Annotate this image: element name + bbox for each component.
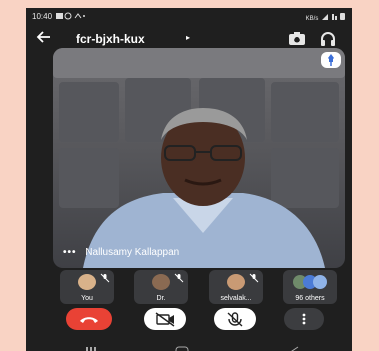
signal-battery-icon: [322, 13, 345, 20]
meeting-screen: 10:40 KB/s fcr-bjxh-kux ▸ ••• Nallusamy …: [26, 8, 352, 351]
participant-label: Dr.: [156, 295, 166, 302]
participant-strip: You Dr. selvalak... 96 others: [53, 270, 349, 304]
participant-label: selvalak...: [220, 295, 252, 302]
mic-off-icon: [249, 273, 259, 283]
mic-off-icon: [100, 273, 110, 283]
more-vertical-icon: [302, 313, 306, 325]
arrow-left-icon: [36, 31, 50, 43]
participant-tile[interactable]: Dr.: [134, 270, 188, 304]
more-options-button[interactable]: [284, 308, 324, 330]
speaker-options-icon[interactable]: •••: [63, 247, 77, 258]
status-icons: [56, 12, 86, 22]
camera-toggle-button[interactable]: [144, 308, 186, 330]
mic-off-icon: [227, 312, 243, 327]
nav-buttons-icon: [86, 346, 299, 351]
speaker-name: Nallusamy Kallappan: [85, 247, 180, 258]
speaker-name-tag: ••• Nallusamy Kallappan: [63, 247, 179, 258]
call-controls: [26, 308, 352, 338]
pin-button[interactable]: [321, 52, 341, 68]
avatar-group-icon: [293, 275, 327, 289]
pin-icon: [328, 54, 334, 66]
participant-label: You: [81, 295, 93, 302]
audio-output-button[interactable]: [319, 31, 337, 47]
mic-toggle-button[interactable]: [214, 308, 256, 330]
avatar: [78, 274, 96, 290]
participant-tile[interactable]: You: [60, 270, 114, 304]
switch-camera-button[interactable]: [288, 31, 306, 47]
avatar: [152, 274, 170, 290]
speaker-figure: [83, 108, 325, 268]
notification-icons: [56, 12, 85, 20]
meeting-info-caret[interactable]: ▸: [186, 33, 190, 42]
status-bar: 10:40 KB/s: [26, 8, 352, 24]
participant-tile[interactable]: selvalak...: [209, 270, 263, 304]
phone-hangup-icon: [80, 317, 98, 323]
network-speed: KB/s: [305, 16, 319, 22]
meeting-code[interactable]: fcr-bjxh-kux: [76, 32, 145, 46]
mic-off-icon: [174, 273, 184, 283]
headphones-icon: [321, 32, 335, 46]
camera-off-icon: [155, 312, 175, 327]
end-call-button[interactable]: [66, 308, 112, 330]
status-time: 10:40: [32, 12, 53, 21]
main-video-feed[interactable]: ••• Nallusamy Kallappan: [53, 48, 345, 268]
participant-tile[interactable]: 96 others: [283, 270, 337, 304]
avatar: [227, 274, 245, 290]
system-nav-bar: [26, 341, 352, 351]
switch-camera-icon: [289, 32, 305, 45]
participant-label: 96 others: [295, 295, 325, 302]
back-button[interactable]: [34, 29, 54, 49]
status-right: KB/s: [306, 12, 346, 22]
